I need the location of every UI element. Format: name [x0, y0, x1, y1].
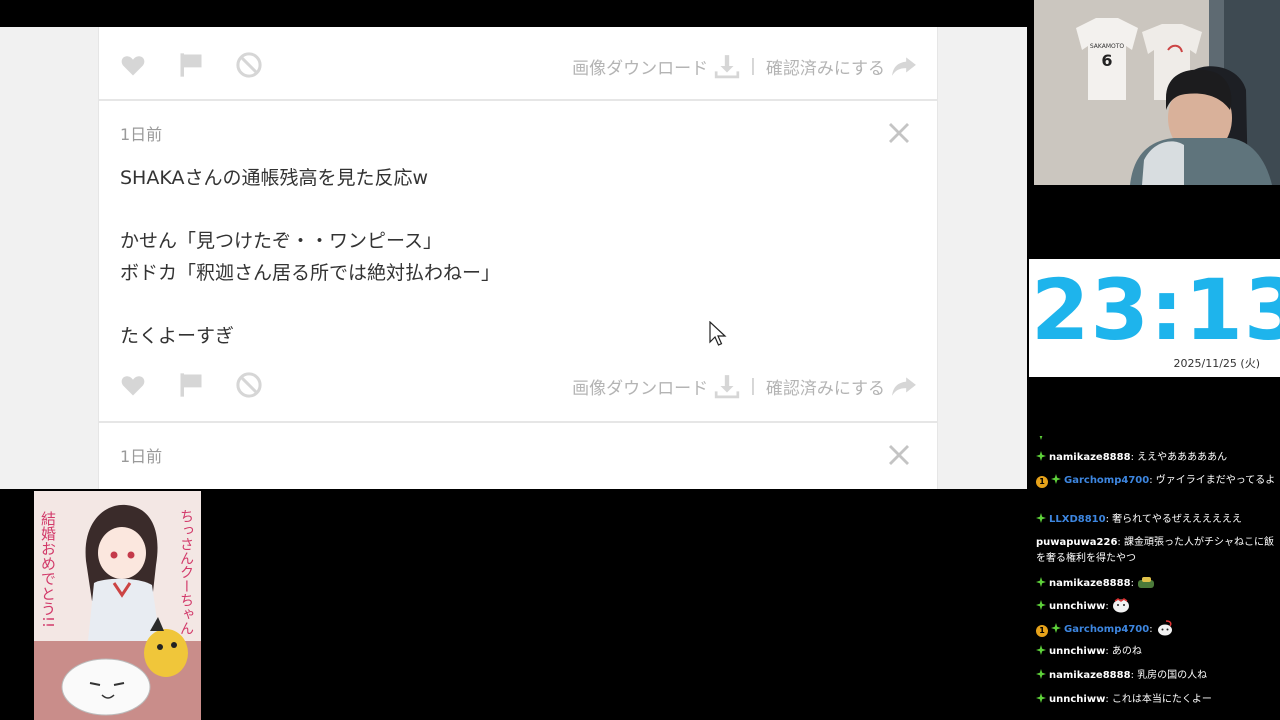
action-separator: | [750, 376, 756, 396]
clock-time: 23:13 [1031, 261, 1280, 359]
diamond-badge-icon [1039, 436, 1043, 440]
download-icon[interactable] [714, 373, 740, 399]
clock-date: 2025/11/25 (火) [1173, 357, 1260, 370]
flag-icon[interactable] [177, 51, 205, 79]
heart-icon[interactable] [119, 51, 147, 79]
browser-capture: 画像ダウンロード | 確認済みにする 1日前 SHAKAさんの通帳残高を見た反応… [0, 27, 1027, 489]
chat-message: unnchiww: これは本当にたくよー [1036, 692, 1276, 708]
chat-username[interactable]: unnchiww [1049, 601, 1105, 612]
chat-username[interactable]: LLXD8810 [1049, 514, 1106, 525]
jersey-number: 6 [1101, 51, 1112, 70]
share-arrow-icon[interactable] [891, 373, 917, 399]
chat-text: ヴァイライまだやってるよ [1155, 475, 1276, 486]
subscriber-badge: 1 [1036, 476, 1048, 488]
live-chat: namikaze8888: ええやあああああん 1 Garchomp4700: ヴ… [1034, 436, 1280, 720]
chat-username[interactable]: Garchomp4700 [1064, 624, 1149, 635]
diamond-badge-icon [1036, 451, 1046, 461]
diamond-badge-icon [1036, 577, 1046, 587]
flag-icon[interactable] [177, 371, 205, 399]
chat-message: 1 Garchomp4700: [1036, 620, 1276, 638]
chat-message: puwapuwa226: 課金頑張った人がチシャねこに飯を奢る権利を得たやつ [1036, 537, 1274, 564]
chat-message: unnchiww: [1036, 597, 1276, 615]
chat-message: namikaze8888: [1036, 574, 1276, 592]
fan-art-image: 結婚おめでとう!! ちっさんクーちゃん [34, 491, 201, 720]
clock-widget: 23:13 2025/11/25 (火) [1029, 259, 1280, 377]
chat-text: 奢られてやるぜええええええ [1112, 514, 1242, 525]
diamond-badge-icon [1036, 669, 1046, 679]
diamond-badge-icon [1036, 693, 1046, 703]
mark-confirmed-link[interactable]: 確認済みにする [766, 374, 885, 399]
chat-text: ええやあああああん [1137, 452, 1228, 463]
chat-username[interactable]: Garchomp4700 [1064, 475, 1149, 486]
action-separator: | [750, 56, 756, 76]
share-arrow-icon[interactable] [891, 53, 917, 79]
jersey-name: SAKAMOTO [1090, 43, 1125, 50]
heart-icon[interactable] [119, 371, 147, 399]
chat-message: namikaze8888: 乳房の国の人ね [1036, 668, 1276, 684]
post-action-links: 画像ダウンロード | 確認済みにする [572, 373, 917, 399]
chat-message: unnchiww: あのね [1036, 644, 1276, 660]
subscriber-badge: 1 [1036, 625, 1048, 637]
mark-confirmed-link[interactable]: 確認済みにする [766, 54, 885, 79]
diamond-badge-icon [1036, 645, 1046, 655]
post-actions: 画像ダウンロード | 確認済みにする [99, 361, 937, 405]
ban-icon[interactable] [235, 51, 263, 79]
diamond-badge-icon [1051, 474, 1061, 484]
webcam-feed: SAKAMOTO 6 [1034, 0, 1280, 185]
post-timestamp: 1日前 [120, 125, 163, 144]
emote-icon [1112, 598, 1129, 613]
emote-icon [1157, 620, 1172, 636]
chat-message: 1 Garchomp4700: ヴァイライまだやってるよ [1036, 473, 1276, 489]
post-card: 1日前 SHAKAさんの通帳残高を見た反応w かせん「見つけたぞ・・ワンピース」… [98, 100, 938, 422]
webcam-image: SAKAMOTO 6 [1034, 0, 1280, 185]
fanart-name: ちっさんクーちゃん [178, 509, 194, 635]
diamond-badge-icon [1036, 600, 1046, 610]
post-action-links: 画像ダウンロード | 確認済みにする [572, 53, 917, 79]
fan-art-illustration: 結婚おめでとう!! ちっさんクーちゃん [34, 491, 201, 720]
download-icon[interactable] [714, 53, 740, 79]
chat-username[interactable]: namikaze8888 [1049, 452, 1131, 463]
post-timestamp: 1日前 [120, 447, 163, 466]
chat-text: これは本当にたくよー [1111, 694, 1212, 705]
download-image-link[interactable]: 画像ダウンロード [572, 54, 708, 79]
ban-icon[interactable] [235, 371, 263, 399]
post-card-previous: 画像ダウンロード | 確認済みにする [98, 27, 938, 100]
chat-username[interactable]: unnchiww [1049, 646, 1105, 657]
chat-message-partial [1036, 436, 1276, 445]
diamond-badge-icon [1036, 513, 1046, 523]
chat-text: あのね [1111, 646, 1142, 657]
emote-icon [1138, 577, 1155, 588]
chat-username[interactable]: puwapuwa226 [1036, 537, 1117, 548]
fanart-title: 結婚おめでとう!! [39, 511, 57, 628]
chat-message: LLXD8810: 奢られてやるぜええええええ [1036, 512, 1276, 528]
chat-username[interactable]: namikaze8888 [1049, 578, 1131, 589]
download-image-link[interactable]: 画像ダウンロード [572, 374, 708, 399]
diamond-badge-icon [1051, 623, 1061, 633]
cursor-icon [709, 321, 727, 346]
chat-text: 乳房の国の人ね [1137, 670, 1208, 681]
close-icon[interactable] [887, 443, 911, 467]
chat-username[interactable]: unnchiww [1049, 694, 1105, 705]
post-actions: 画像ダウンロード | 確認済みにする [99, 41, 937, 85]
post-card-next: 1日前 [98, 422, 938, 489]
post-body: SHAKAさんの通帳残高を見た反応w かせん「見つけたぞ・・ワンピース」 ボドカ… [120, 167, 501, 347]
chat-username[interactable]: namikaze8888 [1049, 670, 1131, 681]
chat-message: namikaze8888: ええやあああああん [1036, 450, 1276, 466]
close-icon[interactable] [887, 121, 911, 145]
